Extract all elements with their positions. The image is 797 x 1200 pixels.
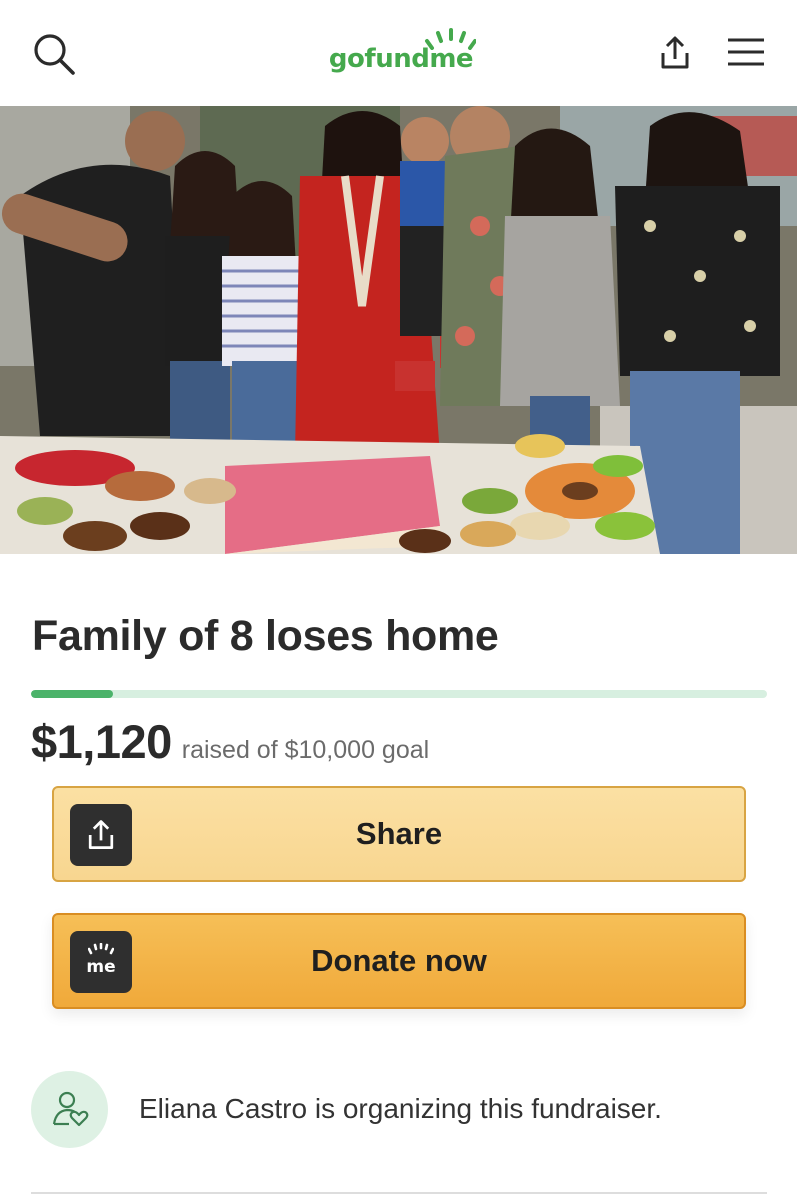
organizer-text: Eliana Castro is organizing this fundrai… bbox=[139, 1093, 662, 1124]
goal-text: raised of $10,000 goal bbox=[181, 736, 430, 764]
donation-progress-bar bbox=[31, 690, 767, 698]
campaign-title: Family of 8 loses home bbox=[32, 612, 499, 660]
share-button[interactable]: Share bbox=[52, 786, 746, 882]
donation-progress-fill bbox=[31, 690, 114, 698]
share-upload-icon[interactable] bbox=[650, 28, 700, 78]
amount-raised-row: $1,120 raised of $10,000 goal bbox=[31, 714, 771, 769]
donate-now-button[interactable]: me Donate now bbox=[52, 913, 746, 1009]
logo-text: gofundme bbox=[328, 44, 474, 74]
share-upload-icon bbox=[70, 804, 132, 866]
gofundme-logo[interactable]: gofundme bbox=[321, 28, 481, 76]
hamburger-menu-icon[interactable] bbox=[722, 30, 770, 74]
person-heart-icon bbox=[31, 1070, 108, 1148]
top-nav-bar: gofundme bbox=[0, 0, 797, 106]
me-icon-text: me bbox=[86, 957, 116, 977]
logo-sun-icon bbox=[425, 28, 476, 50]
search-icon[interactable] bbox=[28, 28, 80, 80]
share-button-label: Share bbox=[355, 816, 443, 851]
section-divider bbox=[31, 1192, 767, 1194]
gofundme-me-icon: me bbox=[70, 931, 132, 993]
amount-raised: $1,120 bbox=[31, 715, 172, 768]
campaign-hero-image bbox=[0, 106, 797, 554]
organizer-row: Eliana Castro is organizing this fundrai… bbox=[31, 1070, 771, 1148]
donate-button-label: Donate now bbox=[311, 943, 487, 978]
